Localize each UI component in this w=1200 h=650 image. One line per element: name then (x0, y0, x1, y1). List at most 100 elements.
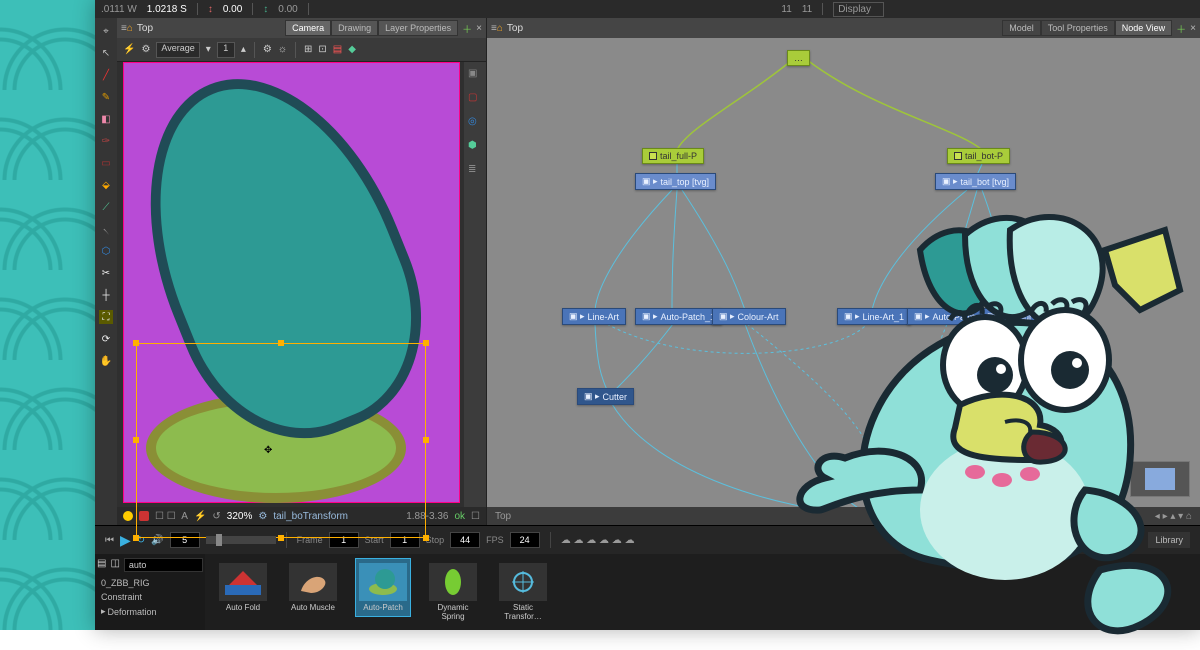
handle[interactable] (133, 340, 139, 346)
stack-icon[interactable]: ≣ (468, 164, 482, 178)
gear-icon[interactable]: ⚙ (141, 44, 150, 55)
sun-icon[interactable]: ☼ (278, 44, 287, 55)
eraser-tool[interactable]: ◧ (99, 112, 113, 126)
brush-tool[interactable]: ✎ (99, 90, 113, 104)
tab-layer-properties[interactable]: Layer Properties (378, 20, 458, 36)
top-readout-bar: .0111 W 1.0218 S ↕ 0.00 ↕ 0.00 11 11 Dis… (95, 0, 1200, 18)
node-tail-bot-p[interactable]: tail_bot-P (947, 148, 1010, 164)
node-colour-art[interactable]: ▣ ▸ Colour-Art (712, 308, 786, 325)
node-tail-full-p[interactable]: tail_full-P (642, 148, 704, 164)
cam-icon[interactable]: ▣ (468, 68, 482, 82)
misc-icon[interactable]: ◆ (348, 44, 356, 55)
pen-tool[interactable]: ✑ (99, 134, 113, 148)
lib-tree-item[interactable]: ▸ Deformation (97, 604, 203, 619)
lib-tree-item[interactable]: Constraint (97, 590, 203, 604)
unknown-tool-1[interactable]: ৲ (99, 222, 113, 236)
target-icon[interactable]: ◎ (468, 116, 482, 130)
node-line-art[interactable]: ▣ ▸ Line-Art (562, 308, 626, 325)
handle[interactable] (133, 535, 139, 541)
node-navigator[interactable] (1130, 461, 1190, 497)
render-icons[interactable]: ☁ ☁ ☁ ☁ ☁ ☁ (561, 535, 635, 546)
select-tool[interactable]: ⌖ (99, 24, 113, 38)
close-panel-icon[interactable]: × (1190, 23, 1196, 34)
lib-item-dynamic-spring[interactable]: Dynamic Spring (425, 558, 481, 626)
add-panel-icon[interactable]: ＋ (462, 21, 472, 36)
tool-column: ⌖ ↖ ╱ ✎ ◧ ✑ ▭ ⬙ ⟋ ৲ ⬡ ✂ ┼ ⛶ ⟳ ✋ (95, 18, 117, 525)
toonboom-app: .0111 W 1.0218 S ↕ 0.00 ↕ 0.00 11 11 Dis… (95, 0, 1200, 630)
handle[interactable] (423, 437, 429, 443)
node-cutter[interactable]: ▣ ▸ Cutter (577, 388, 634, 405)
home-icon[interactable]: ⌂ (127, 23, 133, 34)
home-icon[interactable]: ⌂ (497, 23, 503, 34)
node-colour-art-1[interactable]: ▣ ▸ Colour-Art_1 (980, 308, 1064, 325)
lib-icon2[interactable]: ◫ (110, 558, 119, 574)
cut-tool[interactable]: ✂ (99, 266, 113, 280)
play-icon[interactable]: ▶ (120, 532, 131, 549)
node-line-art-1[interactable]: ▣ ▸ Line-Art_1 (837, 308, 911, 325)
fps-field[interactable] (510, 532, 540, 548)
stop-field[interactable] (450, 532, 480, 548)
node-top[interactable]: … (787, 50, 810, 66)
library-sidebar: ▤ ◫ 0_ZBB_RIG Constraint ▸ Deformation (95, 554, 205, 630)
display-dropdown[interactable]: Display (833, 2, 884, 17)
tab-camera[interactable]: Camera (285, 20, 331, 36)
frame-icon[interactable]: ▢ (468, 92, 482, 106)
fps-label: FPS (486, 535, 504, 545)
handle[interactable] (423, 340, 429, 346)
add-panel-icon[interactable]: ＋ (1176, 21, 1186, 36)
bulb-icon[interactable] (123, 511, 133, 521)
rotate-tool[interactable]: ⟳ (99, 332, 113, 346)
canvas[interactable]: ✥ (123, 62, 460, 503)
layers-icon[interactable]: ▤ (333, 44, 342, 55)
grid-icon[interactable]: ⊞ (304, 44, 312, 55)
nav-controls[interactable]: ◂ ▸ ▴ ▾ ⌂ (1155, 511, 1192, 522)
move-icon[interactable]: ✥ (264, 445, 272, 456)
mode-dropdown[interactable]: Average (156, 42, 199, 58)
bucket-tool[interactable]: ⬙ (99, 178, 113, 192)
lib-item-static-transform[interactable]: Static Transfor… (495, 558, 551, 626)
lib-item-auto-muscle[interactable]: Auto Muscle (285, 558, 341, 617)
hand-tool[interactable]: ✋ (99, 354, 113, 368)
lib-icon1[interactable]: ▤ (97, 558, 106, 574)
cube-icon[interactable]: ⬢ (468, 140, 482, 154)
handle[interactable] (278, 340, 284, 346)
contour-tool[interactable]: ╱ (99, 68, 113, 82)
node-view[interactable]: … tail_full-P ▣ ▸ tail_top [tvg] tail_bo… (487, 38, 1200, 507)
tab-node-view[interactable]: Node View (1115, 20, 1172, 36)
lib-item-auto-fold[interactable]: Auto Fold (215, 558, 271, 617)
node-tail-top-tvg[interactable]: ▣ ▸ tail_top [tvg] (635, 173, 716, 190)
library-search[interactable] (124, 558, 203, 572)
shape-tool[interactable]: ▭ (99, 156, 113, 170)
goto-start-icon[interactable]: ⏮ (105, 535, 114, 546)
library-panel: ▤ ◫ 0_ZBB_RIG Constraint ▸ Deformation A… (95, 554, 1200, 630)
onion-icon[interactable]: ⊡ (318, 44, 326, 55)
node-auto-patch[interactable]: ▣ ▸ Auto-Patch (907, 308, 984, 325)
node-status: Top ◂ ▸ ▴ ▾ ⌂ (487, 507, 1200, 525)
num-field[interactable]: 1 (217, 42, 235, 58)
lib-tree-item[interactable]: 0_ZBB_RIG (97, 576, 203, 590)
picker-tool[interactable]: ⟋ (99, 200, 113, 214)
handle[interactable] (423, 535, 429, 541)
handle[interactable] (278, 535, 284, 541)
hex-tool[interactable]: ⬡ (99, 244, 113, 258)
lib-item-auto-patch[interactable]: Auto-Patch (355, 558, 411, 617)
transform-tool[interactable]: ⛶ (99, 310, 113, 324)
node-tail-bot-tvg[interactable]: ▣ ▸ tail_bot [tvg] (935, 173, 1016, 190)
tab-model[interactable]: Model (1002, 20, 1041, 36)
readout-6: 11 (802, 4, 812, 15)
tab-library[interactable]: Library (1148, 532, 1190, 548)
grid-tool[interactable]: ┼ (99, 288, 113, 302)
selection-rect[interactable] (136, 343, 426, 538)
breadcrumb-left: Top (137, 23, 153, 34)
arrow-tool[interactable]: ↖ (99, 46, 113, 60)
stepper-down[interactable]: ▾ (206, 44, 211, 55)
tab-tool-properties[interactable]: Tool Properties (1041, 20, 1115, 36)
tab-drawing[interactable]: Drawing (331, 20, 378, 36)
canvas-side-icons: ▣ ▢ ◎ ⬢ ≣ (464, 62, 486, 507)
handle[interactable] (133, 437, 139, 443)
stepper-up[interactable]: ▴ (241, 44, 246, 55)
gear2-icon[interactable]: ⚙ (263, 44, 272, 55)
node-auto-patch-1[interactable]: ▣ ▸ Auto-Patch_1 (635, 308, 722, 325)
close-panel-icon[interactable]: × (476, 23, 482, 34)
bolt-icon[interactable]: ⚡ (123, 44, 135, 55)
